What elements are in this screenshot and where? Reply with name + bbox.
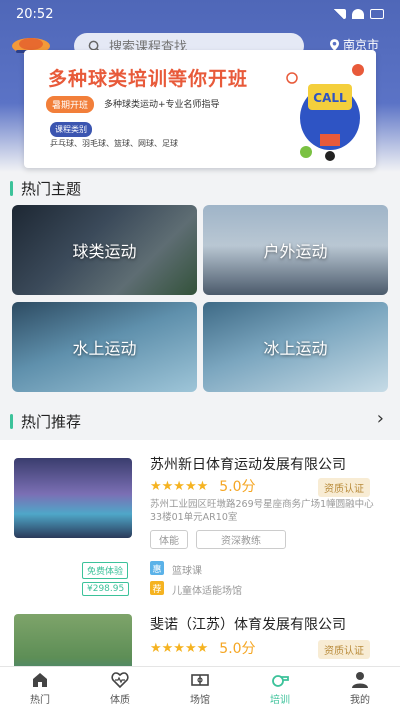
heart-pulse-icon [111,672,129,689]
banner-category-tag: 课程类别 [50,122,92,137]
promo-icon: 惠 [150,561,164,575]
tab-label: 体质 [110,695,130,706]
home-icon [33,673,47,687]
section-accent-bar [10,414,13,429]
tab-venue[interactable]: 场馆 [160,667,240,710]
rating-score: 5.0分 [219,641,256,657]
cert-badge: 资质认证 [318,640,370,659]
topic-tile-label: 冰上运动 [263,339,328,358]
hot-recommend-header: 热门推荐 [10,411,81,432]
tag-chip: 资深教练 [196,530,286,549]
cert-badge: 资质认证 [318,478,370,497]
bottom-tab-bar: 热门 体质 场馆 培训 我的 [0,666,400,710]
status-bar: 20:52 [0,0,400,28]
hot-topics-header: 热门主题 [10,178,81,199]
topic-tile-label: 水上运动 [72,339,137,358]
banner-items: 乒乓球、羽毛球、篮球、网球、足球 [50,139,178,148]
topic-tile-water-sports[interactable]: 水上运动 [12,302,197,392]
section-accent-bar [10,181,13,196]
battery-icon [370,9,384,19]
promo-icon: 荐 [150,581,164,595]
venue-title: 苏州新日体育运动发展有限公司 [150,457,346,473]
venue-thumbnail [14,458,132,538]
promo-text: 儿童体适能场馆 [172,586,242,597]
recommend-card[interactable]: 苏州新日体育运动发展有限公司 ★★★★★ 5.0分 资质认证 苏州工业园区旺墩路… [0,440,400,600]
court-icon [191,674,209,686]
venue-thumbnail [14,614,132,666]
tab-hot[interactable]: 热门 [0,667,80,710]
topic-tile-label: 户外运动 [263,242,328,261]
tag-chip: 体能 [150,530,188,549]
tab-physique[interactable]: 体质 [80,667,160,710]
promo-banner[interactable]: 多种球类培训等你开班 暑期开班 多种球类运动+专业名师指导 课程类别 乒乓球、羽… [24,50,376,168]
topic-tile-ice-sports[interactable]: 冰上运动 [203,302,388,392]
hot-recommend-title: 热门推荐 [21,413,82,431]
signal-icon [332,9,346,19]
recommend-card[interactable]: 斐诺（江苏）体育发展有限公司 ★★★★★ 5.0分 资质认证 [0,600,400,666]
user-icon [352,672,368,688]
tab-label: 场馆 [190,695,210,706]
banner-subtitle: 多种球类运动+专业名师指导 [104,100,220,110]
wifi-icon [352,9,364,19]
venue-title: 斐诺（江苏）体育发展有限公司 [150,617,346,633]
tab-training[interactable]: 培训 [240,667,320,710]
whistle-icon [272,675,289,687]
tab-label: 我的 [350,695,370,706]
tab-label: 培训 [270,695,290,706]
promo-free-trial-label: 免费体验 [82,562,129,579]
venue-address: 苏州工业园区旺墩路269号星座商务广场1幢圆融中心33楼01单元AR10室 [150,499,374,523]
svg-text:CALL: CALL [313,91,347,105]
hot-topics-title: 热门主题 [21,180,82,198]
promo-price-label: ¥298.95 [82,582,130,596]
location-pin-icon [330,38,339,51]
status-icons [332,9,384,19]
star-icon: ★★★★★ [150,478,209,494]
tab-label: 热门 [30,695,50,706]
status-time: 20:52 [16,6,54,22]
chevron-right-icon[interactable]: › [377,408,384,429]
topic-tile-outdoor-sports[interactable]: 户外运动 [203,205,388,295]
rating-stars: ★★★★★ 5.0分 [150,638,256,658]
star-icon: ★★★★★ [150,640,209,656]
topic-tile-label: 球类运动 [72,242,137,261]
banner-mascot-illustration: CALL [286,64,364,161]
topic-tile-ball-sports[interactable]: 球类运动 [12,205,197,295]
rating-score: 5.0分 [219,479,256,495]
promo-text: 篮球课 [172,566,202,577]
banner-title: 多种球类培训等你开班 [48,68,249,90]
rating-stars: ★★★★★ 5.0分 [150,476,256,496]
tab-mine[interactable]: 我的 [320,667,400,710]
banner-tag: 暑期开班 [46,96,95,113]
